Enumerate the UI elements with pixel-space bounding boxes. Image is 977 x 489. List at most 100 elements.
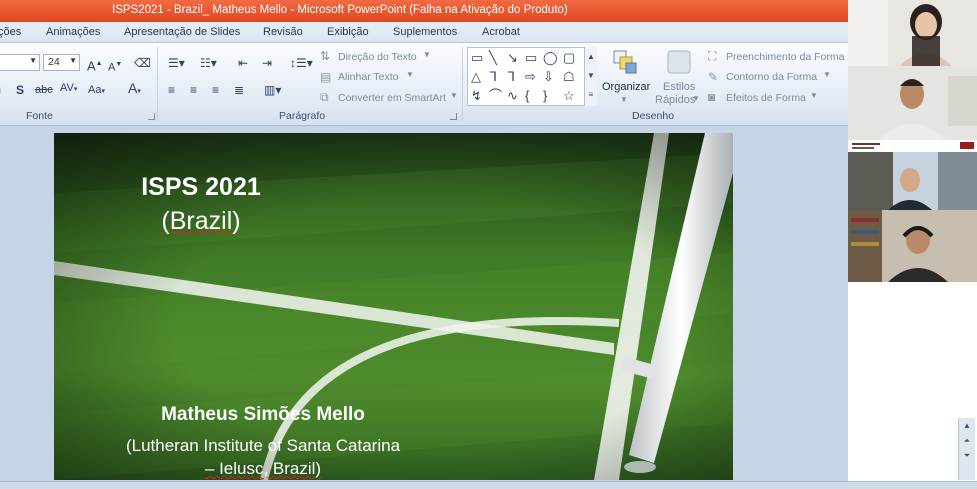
group-separator <box>462 47 463 121</box>
slide-title[interactable]: ISPS 2021 <box>128 172 274 202</box>
align-right-icon[interactable]: ≡ <box>212 83 219 97</box>
line-shape-icon[interactable]: ╲ <box>489 51 497 65</box>
group-separator <box>157 47 158 121</box>
font-name-combo[interactable]: ▼ <box>0 54 40 71</box>
right-brace-shape-icon[interactable]: } <box>543 89 547 103</box>
shapes-gallery-scroll[interactable]: ▲ ▼ ≡ <box>584 47 597 106</box>
align-text-icon: ▤ <box>320 70 332 84</box>
paragraph-dialog-launcher-icon[interactable] <box>450 113 457 120</box>
increase-indent-icon[interactable]: ⇥ <box>262 56 272 70</box>
quick-styles-icon <box>667 50 691 74</box>
font-size-value: 24 <box>48 56 60 68</box>
curve-arrow-shape-icon[interactable]: ↯ <box>471 89 482 103</box>
font-color-icon[interactable]: A▾ <box>128 81 141 99</box>
vertical-scrollbar[interactable]: ▲ ⏶ ⏷ <box>958 418 975 480</box>
institution-line-1: (Lutheran Institute of Santa Catarina <box>125 436 401 455</box>
chevron-down-icon: ▼ <box>406 70 414 79</box>
align-text-button[interactable]: Alinhar Texto <box>338 71 399 83</box>
triangle-shape-icon[interactable]: △ <box>471 70 481 84</box>
slide-subtitle[interactable]: (Brazil) <box>128 206 274 236</box>
align-left-icon[interactable]: ≡ <box>168 83 175 97</box>
institution-line-2-text: – Ielusc, Brazil) <box>204 459 322 478</box>
presenter-institution[interactable]: (Lutheran Institute of Santa Catarina – … <box>104 434 422 480</box>
justify-icon[interactable]: ≣ <box>234 83 244 97</box>
elbow-arrow-shape-icon[interactable]: ᒣ <box>507 70 515 84</box>
tab-animacoes[interactable]: Animações <box>46 26 100 38</box>
tab-revisao[interactable]: Revisão <box>263 26 303 38</box>
oval-shape-icon[interactable]: ◯ <box>543 51 558 65</box>
video-tile-1[interactable] <box>848 0 977 66</box>
chevron-down-icon: ▼ <box>423 50 431 59</box>
video-tile-2[interactable] <box>848 66 977 140</box>
status-bar <box>0 481 977 489</box>
bullets-icon[interactable]: ☰▾ <box>168 56 185 70</box>
shape-outline-button[interactable]: Contorno da Forma <box>726 71 817 83</box>
shapes-gallery[interactable]: ▭ ╲ ↘ ▭ ◯ ▢ △ ᒣ ᒣ ⇨ ⇩ ☖ ↯ ⌒ ∿ { } ☆ <box>467 47 597 106</box>
tab-exibicao[interactable]: Exibição <box>327 26 369 38</box>
textbox-shape-icon[interactable]: ▭ <box>471 51 483 65</box>
smartart-icon: ⧉ <box>320 90 329 104</box>
group-label-paragrafo: Parágrafo <box>279 110 326 122</box>
presenter-name[interactable]: Matheus Simões Mello <box>104 404 422 426</box>
video-tile-4[interactable] <box>848 210 977 282</box>
chevron-down-icon: ▼ <box>810 91 818 100</box>
arrange-icon <box>613 50 637 74</box>
columns-icon[interactable]: ▥▾ <box>264 83 281 97</box>
participant-video-3 <box>848 140 977 210</box>
down-arrow-shape-icon[interactable]: ⇩ <box>543 70 554 84</box>
rectangle-shape-icon[interactable]: ▭ <box>525 51 537 65</box>
tab-transicoes[interactable]: ções <box>0 26 21 38</box>
shape-effects-icon: ◙ <box>708 90 716 104</box>
shadow-icon[interactable]: S <box>16 83 24 97</box>
participant-video-1 <box>848 0 977 66</box>
clear-format-icon[interactable]: ⌫ <box>134 56 151 70</box>
quick-styles-button[interactable]: Estilos <box>663 81 695 93</box>
change-case-icon[interactable]: Aa▾ <box>88 83 105 99</box>
shrink-font-icon[interactable]: A▼ <box>108 58 122 75</box>
shape-fill-button[interactable]: Preenchimento da Forma <box>726 51 844 63</box>
strikethrough-icon[interactable]: abc <box>35 83 53 97</box>
callout-shape-icon[interactable]: ☖ <box>563 70 575 84</box>
arc-shape-icon[interactable]: ⌒ <box>489 89 502 103</box>
convert-smartart-button[interactable]: Converter em SmartArt <box>338 92 446 104</box>
freeform-shape-icon[interactable]: ∿ <box>507 89 518 103</box>
participant-video-4 <box>848 210 977 282</box>
next-slide-icon[interactable]: ⏷ <box>959 448 975 463</box>
scroll-up-icon[interactable]: ▲ <box>959 418 975 433</box>
font-dialog-launcher-icon[interactable] <box>148 113 155 120</box>
right-arrow-shape-icon[interactable]: ⇨ <box>525 70 536 84</box>
shape-effects-button[interactable]: Efeitos de Forma <box>726 92 806 104</box>
align-center-icon[interactable]: ≡ <box>190 83 197 97</box>
paint-bucket-icon: ⛶ <box>708 49 717 63</box>
video-tile-3[interactable] <box>848 140 977 210</box>
prev-slide-icon[interactable]: ⏶ <box>959 433 975 448</box>
tab-suplementos[interactable]: Suplementos <box>393 26 457 38</box>
title-bar: ISPS2021 - Brazil_ Matheus Mello - Micro… <box>0 0 848 22</box>
grow-font-icon[interactable]: A▲ <box>87 57 103 73</box>
star-shape-icon[interactable]: ☆ <box>563 89 575 103</box>
chevron-down-icon: ▼ <box>692 94 700 103</box>
chevron-down-icon: ▼ <box>823 70 831 79</box>
text-direction-icon: ⇅ <box>320 49 331 63</box>
group-label-desenho: Desenho <box>632 110 675 122</box>
participant-video-2 <box>848 66 977 140</box>
elbow-connector-shape-icon[interactable]: ᒣ <box>489 70 497 84</box>
rounded-rect-shape-icon[interactable]: ▢ <box>563 51 575 65</box>
tab-apresentacao[interactable]: Apresentação de Slides <box>124 26 240 38</box>
chevron-down-icon: ▼ <box>69 56 77 65</box>
tab-acrobat[interactable]: Acrobat <box>482 26 520 38</box>
chevron-down-icon: ▼ <box>29 56 37 65</box>
char-spacing-icon[interactable]: AV▾ <box>60 81 77 97</box>
left-brace-shape-icon[interactable]: { <box>525 89 529 103</box>
numbering-icon[interactable]: ☷▾ <box>200 56 217 70</box>
chevron-down-icon: ▼ <box>620 95 628 104</box>
decrease-indent-icon[interactable]: ⇤ <box>238 56 248 70</box>
font-size-combo[interactable]: 24 ▼ <box>43 54 80 71</box>
underline-icon[interactable]: ı <box>0 83 1 97</box>
arrow-line-shape-icon[interactable]: ↘ <box>507 51 518 65</box>
text-direction-button[interactable]: Direção do Texto <box>338 51 417 63</box>
line-spacing-icon[interactable]: ↕☰▾ <box>290 56 313 70</box>
arrange-button[interactable]: Organizar <box>602 81 650 93</box>
ribbon-tabs: ções Animações Apresentação de Slides Re… <box>0 22 848 43</box>
institution-line-2: – Ielusc, Brazil) <box>104 457 422 480</box>
